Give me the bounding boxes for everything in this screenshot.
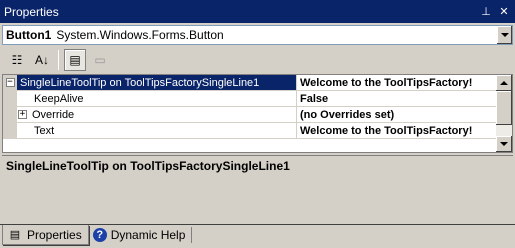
properties-tab-icon: ▤: [9, 229, 21, 241]
tab-label: Properties: [27, 227, 82, 242]
description-title: SingleLineToolTip on ToolTipsFactorySing…: [6, 159, 290, 173]
categorized-icon: ☷: [11, 53, 23, 67]
tab-separator: [191, 227, 193, 243]
property-grid: − SingleLineToolTip on ToolTipsFactorySi…: [2, 74, 513, 153]
grid-row-keepalive[interactable]: KeepAlive False: [3, 91, 498, 107]
property-value[interactable]: (no Overrides set): [297, 107, 498, 122]
property-pages-icon: ▭: [94, 53, 106, 67]
categorized-button[interactable]: ☷: [6, 49, 28, 71]
grid-row-category[interactable]: − SingleLineToolTip on ToolTipsFactorySi…: [3, 75, 498, 91]
property-value[interactable]: False: [297, 91, 498, 106]
tab-label: Dynamic Help: [110, 228, 186, 242]
window-title: Properties: [4, 4, 59, 19]
row-gutter: [3, 91, 17, 106]
window-titlebar: Properties ⊥ ✕: [0, 0, 515, 23]
row-gutter: [3, 107, 17, 122]
scroll-up-button[interactable]: [496, 75, 512, 91]
description-pane: SingleLineToolTip on ToolTipsFactorySing…: [2, 155, 513, 221]
help-icon: ?: [92, 228, 107, 242]
property-name: Text: [17, 123, 297, 138]
row-gutter: −: [3, 75, 17, 90]
object-type: System.Windows.Forms.Button: [56, 28, 224, 42]
property-value[interactable]: Welcome to the ToolTipsFactory!: [297, 123, 498, 138]
tab-dynamic-help[interactable]: ? Dynamic Help: [89, 225, 192, 245]
tab-properties[interactable]: ▤ Properties: [2, 225, 89, 245]
sort-az-icon: A↓: [34, 53, 49, 67]
property-grid-rows: − SingleLineToolTip on ToolTipsFactorySi…: [3, 75, 498, 152]
grid-row-override[interactable]: + Override (no Overrides set): [3, 107, 498, 123]
property-name: KeepAlive: [17, 91, 297, 106]
close-icon[interactable]: ✕: [496, 4, 512, 20]
property-value[interactable]: Welcome to the ToolTipsFactory!: [297, 75, 498, 90]
chevron-up-icon: [500, 81, 508, 85]
scroll-down-button[interactable]: [496, 136, 512, 152]
object-selector[interactable]: Button1 System.Windows.Forms.Button: [2, 25, 513, 45]
grid-scrollbar[interactable]: [496, 75, 512, 152]
alphabetical-button[interactable]: A↓: [31, 49, 53, 71]
property-name: Override: [32, 108, 75, 121]
chevron-down-icon: [500, 33, 509, 37]
bottom-tabs: ▤ Properties ? Dynamic Help: [0, 224, 515, 248]
properties-button[interactable]: ▤: [64, 49, 86, 71]
chevron-down-icon: [500, 142, 508, 146]
collapse-icon[interactable]: −: [5, 78, 15, 87]
properties-icon: ▤: [69, 53, 81, 67]
object-name: Button1: [6, 28, 52, 42]
row-gutter: [3, 123, 17, 138]
expand-icon[interactable]: +: [18, 110, 27, 119]
toolbar-separator: [58, 50, 59, 70]
pin-icon[interactable]: ⊥: [478, 4, 494, 20]
properties-toolbar: ☷ A↓ ▤ ▭: [0, 47, 515, 73]
scroll-thumb[interactable]: [496, 91, 512, 125]
selector-dropdown-button[interactable]: [496, 26, 512, 44]
titlebar-buttons: ⊥ ✕: [478, 4, 515, 20]
property-pages-button[interactable]: ▭: [89, 49, 111, 71]
property-name: SingleLineToolTip on ToolTipsFactorySing…: [17, 75, 297, 90]
property-name-cell: + Override: [17, 107, 297, 122]
grid-row-text[interactable]: Text Welcome to the ToolTipsFactory!: [3, 123, 498, 139]
